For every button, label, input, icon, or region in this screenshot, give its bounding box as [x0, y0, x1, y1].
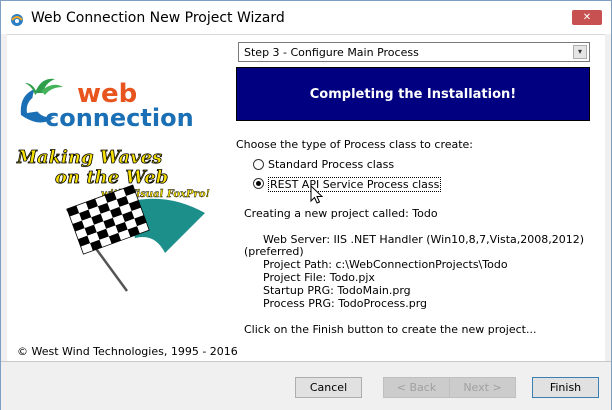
back-button[interactable]: < Back: [383, 377, 450, 398]
process-prg-text: Process PRG: TodoProcess.prg: [263, 297, 428, 310]
window-title: Web Connection New Project Wizard: [31, 10, 285, 26]
radio-button-selected[interactable]: [253, 178, 264, 189]
wizard-content: web connection Making Waves on the Web w…: [7, 34, 605, 361]
radio-label[interactable]: REST API Service Process class: [268, 177, 442, 192]
radio-dot: [256, 181, 261, 186]
step-dropdown[interactable]: Step 3 - Configure Main Process ▾: [238, 42, 590, 62]
branding-panel: web connection Making Waves on the Web w…: [7, 35, 238, 361]
copyright-text: © West Wind Technologies, 1995 - 2016: [17, 345, 238, 358]
logo-graphic: web connection: [20, 78, 194, 132]
svg-text:on the Web: on the Web: [55, 167, 168, 188]
web-server-text: Web Server: IIS .NET Handler (Win10,8,7,…: [263, 233, 585, 246]
finish-button[interactable]: Finish: [532, 377, 599, 398]
creating-project-text: Creating a new project called: Todo: [244, 207, 438, 220]
svg-text:connection: connection: [45, 104, 194, 132]
radio-label[interactable]: Standard Process class: [268, 158, 394, 171]
wizard-window: Web Connection New Project Wizard ✕ web …: [0, 0, 612, 410]
web-connection-logo: web connection: [15, 71, 205, 133]
project-file-text: Project File: Todo.pjx: [263, 271, 375, 284]
preferred-text: (preferred): [244, 245, 304, 258]
chevron-down-icon[interactable]: ▾: [573, 45, 587, 59]
project-path-text: Project Path: c:\WebConnectionProjects\T…: [263, 258, 508, 271]
next-button[interactable]: Next >: [449, 377, 516, 398]
button-bar: Cancel < Back Next > Finish: [1, 361, 611, 410]
mouse-cursor-icon: [310, 185, 324, 204]
title-bar: Web Connection New Project Wizard ✕: [1, 1, 611, 34]
step-banner: Completing the Installation!: [236, 67, 590, 121]
cancel-button[interactable]: Cancel: [295, 377, 362, 398]
app-icon: [11, 14, 23, 26]
close-button[interactable]: ✕: [572, 10, 602, 25]
radio-button[interactable]: [253, 159, 264, 170]
startup-prg-text: Startup PRG: TodoMain.prg: [263, 284, 411, 297]
svg-text:Making Waves: Making Waves: [16, 147, 162, 168]
slogan-artwork: Making Waves on the Web with Visual FoxP…: [15, 143, 225, 293]
process-type-label: Choose the type of Process class to crea…: [236, 138, 474, 151]
finish-hint-text: Click on the Finish button to create the…: [244, 323, 537, 336]
step-dropdown-value: Step 3 - Configure Main Process: [244, 46, 419, 59]
